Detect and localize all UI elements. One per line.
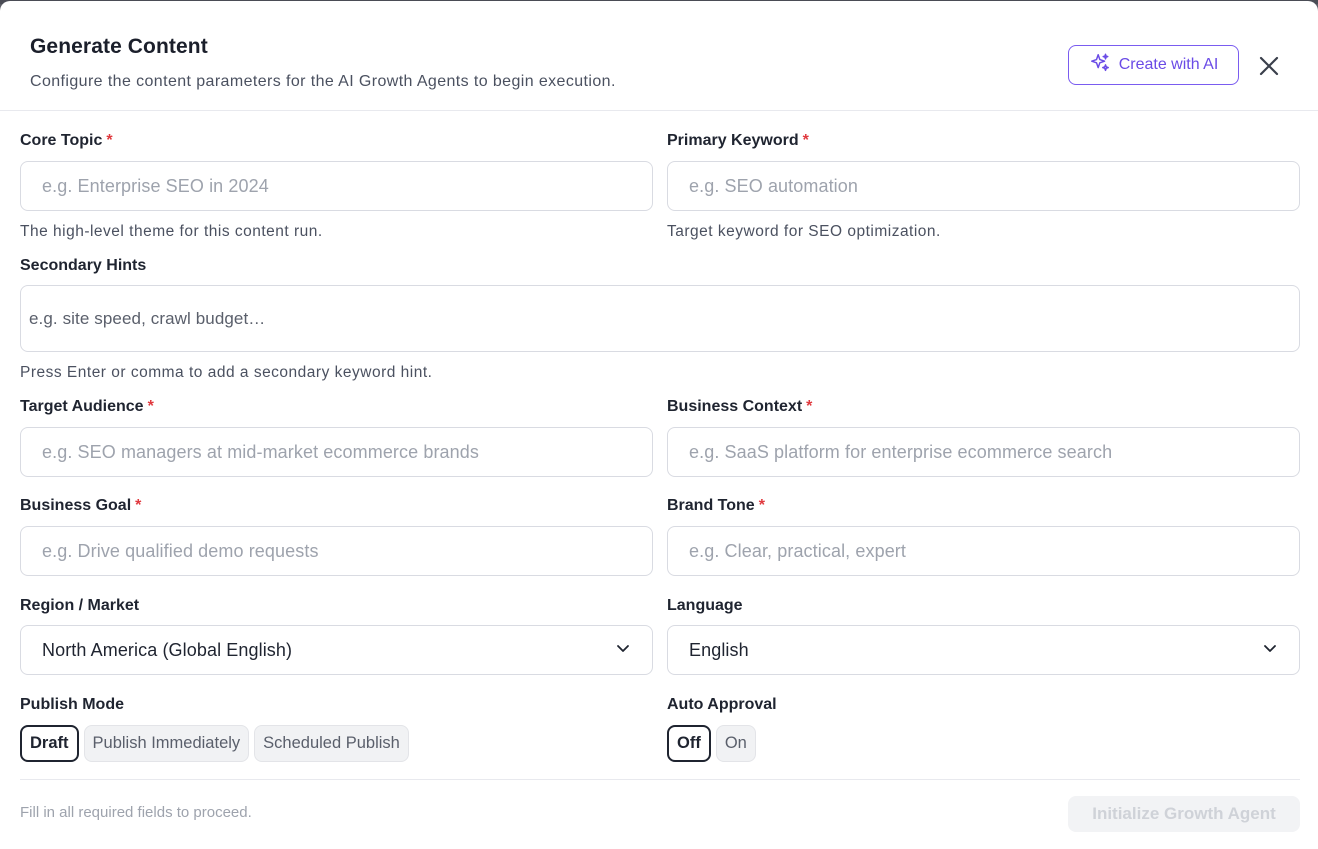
primary-keyword-label: Primary Keyword * — [667, 132, 809, 149]
language-label: Language — [667, 597, 743, 614]
region-label: Region / Market — [20, 597, 140, 614]
brand-tone-placeholder: e.g. Clear, practical, expert — [689, 540, 907, 561]
publish-mode-scheduled[interactable]: Scheduled Publish — [254, 725, 409, 762]
business-context-placeholder: e.g. SaaS platform for enterprise ecomme… — [689, 441, 1113, 462]
target-audience-group: Target Audience * e.g. SEO managers at mi… — [20, 398, 653, 477]
initialize-growth-agent-button[interactable]: Initialize Growth Agent — [1068, 796, 1300, 832]
auto-approval-group: Auto Approval Off On — [667, 696, 1300, 762]
publish-mode-group: Publish Mode Draft Publish Immediately S… — [20, 696, 653, 762]
create-with-ai-label: Create with AI — [1118, 56, 1219, 73]
region-group: Region / Market North America (Global En… — [20, 597, 653, 675]
generate-content-dialog: Generate Content Configure the content p… — [0, 1, 1318, 849]
language-select[interactable]: English — [667, 625, 1300, 675]
auto-approval-on[interactable]: On — [715, 725, 756, 762]
footer-hint: Fill in all required fields to proceed. — [20, 804, 252, 821]
publish-mode-options: Draft Publish Immediately Scheduled Publ… — [20, 725, 653, 762]
business-goal-label: Business Goal * — [20, 497, 142, 514]
core-topic-input[interactable]: e.g. Enterprise SEO in 2024 — [20, 161, 653, 211]
footer-divider — [20, 779, 1300, 780]
close-icon[interactable] — [1257, 54, 1281, 78]
brand-tone-input[interactable]: e.g. Clear, practical, expert — [667, 526, 1300, 576]
secondary-hints-label: Secondary Hints — [20, 257, 147, 274]
dialog-header: Generate Content Configure the content p… — [0, 1, 1318, 111]
business-context-input[interactable]: e.g. SaaS platform for enterprise ecomme… — [667, 427, 1300, 477]
secondary-hints-group: Secondary Hints e.g. site speed, crawl b… — [20, 257, 1300, 382]
publish-mode-label: Publish Mode — [20, 696, 124, 713]
secondary-hints-input[interactable]: e.g. site speed, crawl budget… — [20, 285, 1300, 352]
business-goal-input[interactable]: e.g. Drive qualified demo requests — [20, 526, 653, 576]
business-context-label: Business Context * — [667, 398, 813, 415]
brand-tone-label: Brand Tone * — [667, 497, 765, 514]
target-audience-label: Target Audience * — [20, 398, 154, 415]
brand-tone-group: Brand Tone * e.g. Clear, practical, exper… — [667, 497, 1300, 576]
core-topic-group: Core Topic * e.g. Enterprise SEO in 2024 … — [20, 132, 653, 241]
business-goal-group: Business Goal * e.g. Drive qualified demo… — [20, 497, 653, 576]
primary-keyword-placeholder: e.g. SEO automation — [689, 175, 858, 196]
language-group: Language English — [667, 597, 1300, 675]
business-context-group: Business Context * e.g. SaaS platform for… — [667, 398, 1300, 477]
primary-keyword-group: Primary Keyword * e.g. SEO automation Tar… — [667, 132, 1300, 241]
core-topic-label: Core Topic * — [20, 132, 113, 149]
sparkles-icon — [1089, 52, 1111, 79]
secondary-hints-placeholder: e.g. site speed, crawl budget… — [29, 308, 266, 328]
core-topic-placeholder: e.g. Enterprise SEO in 2024 — [42, 175, 269, 196]
region-value: North America (Global English) — [42, 639, 293, 660]
core-topic-hint: The high-level theme for this content ru… — [20, 223, 323, 240]
chevron-down-icon — [1262, 640, 1278, 661]
auto-approval-options: Off On — [667, 725, 1300, 762]
publish-mode-draft[interactable]: Draft — [20, 725, 79, 762]
region-select[interactable]: North America (Global English) — [20, 625, 653, 675]
primary-keyword-input[interactable]: e.g. SEO automation — [667, 161, 1300, 211]
target-audience-placeholder: e.g. SEO managers at mid-market ecommerc… — [42, 441, 479, 462]
business-goal-placeholder: e.g. Drive qualified demo requests — [42, 540, 319, 561]
chevron-down-icon — [615, 640, 631, 661]
secondary-hints-hint: Press Enter or comma to add a secondary … — [20, 364, 433, 381]
target-audience-input[interactable]: e.g. SEO managers at mid-market ecommerc… — [20, 427, 653, 477]
language-value: English — [689, 639, 749, 660]
publish-mode-immediately[interactable]: Publish Immediately — [83, 725, 250, 762]
auto-approval-label: Auto Approval — [667, 696, 777, 713]
primary-keyword-hint: Target keyword for SEO optimization. — [667, 223, 941, 240]
auto-approval-off[interactable]: Off — [667, 725, 711, 762]
create-with-ai-button[interactable]: Create with AI — [1068, 45, 1239, 85]
